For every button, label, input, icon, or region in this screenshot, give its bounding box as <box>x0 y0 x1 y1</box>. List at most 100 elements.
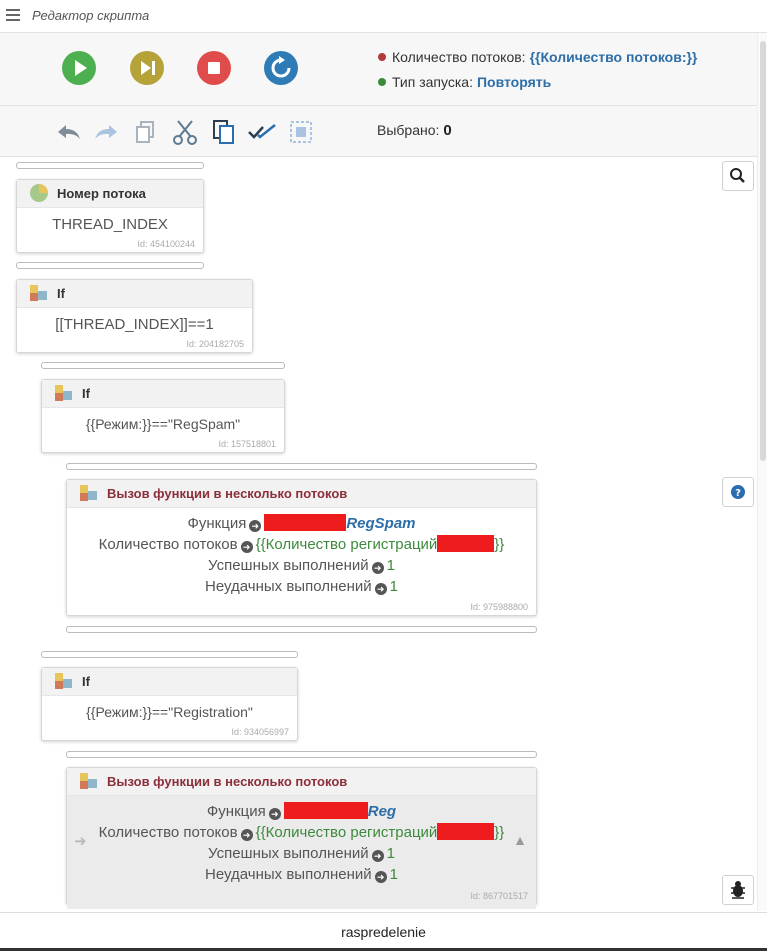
select-region-button[interactable] <box>286 118 316 146</box>
footer-bar: raspredelenie <box>0 912 767 952</box>
function-row: Функция ➜ RegSpam <box>67 513 536 534</box>
block-header: Вызов функции в несколько потоков <box>67 768 536 796</box>
arrow-right-icon: ➜ <box>74 833 87 850</box>
launch-info: Тип запуска: Повторять <box>378 74 551 90</box>
help-button[interactable]: ? <box>722 477 754 507</box>
drop-zone[interactable] <box>66 751 537 758</box>
threads-label: Количество потоков <box>98 824 238 841</box>
vertical-scrollbar[interactable] <box>757 33 767 911</box>
copy-button[interactable] <box>131 118 161 146</box>
block-body: Функция ➜ RegSpam Количество потоков ➜ {{Кол… <box>67 508 536 597</box>
threads-info: Количество потоков: {{Количество потоков:… <box>378 49 697 65</box>
arrow-right-icon: ➜ <box>249 520 262 532</box>
fail-value: 1 <box>389 578 398 595</box>
multithread-function-call-block[interactable]: Вызов функции в несколько потоков ➜ ▲ Фу… <box>66 767 537 909</box>
threads-value-prefix: {{Количество регистраций <box>255 824 438 841</box>
block-body: {{Режим:}}=="RegSpam" <box>85 416 241 432</box>
success-label: Успешных выполнений <box>208 845 369 862</box>
drop-zone[interactable] <box>41 362 285 369</box>
success-row: Успешных выполнений ➜ 1 <box>67 555 536 576</box>
block-id: Id: 867701517 <box>470 891 528 901</box>
block-title: Вызов функции в несколько потоков <box>107 774 348 789</box>
help-icon: ? <box>731 485 745 499</box>
drop-zone[interactable] <box>16 162 204 169</box>
puzzle-icon <box>80 485 97 501</box>
redacted-region <box>283 802 368 819</box>
cut-icon <box>173 120 197 145</box>
select-all-button[interactable] <box>247 118 277 146</box>
select-region-icon <box>290 121 312 143</box>
if-block[interactable]: If [[THREAD_INDEX]]==1 Id: 204182705 <box>16 279 253 353</box>
arrow-right-icon: ➜ <box>268 808 281 820</box>
thread-number-block[interactable]: Номер потока THREAD_INDEX Id: 454100244 <box>16 179 204 253</box>
redacted-region <box>264 514 347 531</box>
scrollbar-thumb[interactable] <box>760 41 766 461</box>
search-button[interactable] <box>722 161 754 191</box>
paste-button[interactable] <box>209 118 239 146</box>
restart-icon <box>264 51 298 85</box>
threads-value-prefix: {{Количество регистраций <box>255 536 438 553</box>
arrow-right-icon: ➜ <box>374 583 387 595</box>
block-id: Id: 157518801 <box>218 439 276 449</box>
selection-counter: Выбрано: 0 <box>377 122 452 139</box>
if-block[interactable]: If {{Режим:}}=="Registration" Id: 934056… <box>41 667 298 741</box>
drop-zone[interactable] <box>66 463 537 470</box>
function-value: Reg <box>367 803 397 820</box>
redo-button[interactable] <box>92 118 122 146</box>
undo-icon <box>58 125 80 139</box>
script-canvas[interactable]: Номер потока THREAD_INDEX Id: 454100244 … <box>0 157 757 911</box>
bug-icon <box>731 881 745 899</box>
block-header: If <box>17 280 252 308</box>
block-title: Вызов функции в несколько потоков <box>107 486 348 501</box>
fail-row: Неудачных выполнений ➜ 1 <box>67 864 536 885</box>
block-title: If <box>82 674 90 689</box>
paste-icon <box>213 120 234 144</box>
block-body: THREAD_INDEX <box>52 216 168 233</box>
success-label: Успешных выполнений <box>208 557 369 574</box>
cut-button[interactable] <box>170 118 200 146</box>
threads-value[interactable]: {{Количество потоков:}} <box>530 49 698 65</box>
fail-value: 1 <box>389 866 398 883</box>
stop-button[interactable] <box>197 51 231 85</box>
undo-button[interactable] <box>53 118 83 146</box>
block-title: If <box>57 286 65 301</box>
fail-row: Неудачных выполнений ➜ 1 <box>67 576 536 597</box>
hamburger-menu-icon[interactable] <box>6 9 20 21</box>
project-name[interactable]: raspredelenie <box>341 924 426 940</box>
multithread-function-call-block[interactable]: Вызов функции в несколько потоков Функци… <box>66 479 537 616</box>
function-label: Функция <box>206 803 266 820</box>
launch-dot <box>378 78 386 86</box>
title-bar: Редактор скрипта <box>0 0 767 33</box>
redo-icon <box>95 125 117 139</box>
block-header: If <box>42 668 297 696</box>
drop-zone[interactable] <box>16 262 204 269</box>
step-button[interactable] <box>130 51 164 85</box>
threads-label: Количество потоков: <box>392 49 526 65</box>
threads-dot <box>378 53 386 61</box>
selected-label: Выбрано: <box>377 122 440 138</box>
puzzle-icon <box>55 673 72 689</box>
window-title: Редактор скрипта <box>32 8 150 23</box>
svg-text:?: ? <box>735 488 741 499</box>
play-button[interactable] <box>62 51 96 85</box>
drop-zone[interactable] <box>66 626 537 633</box>
launch-label: Тип запуска: <box>392 74 473 90</box>
puzzle-icon <box>80 773 97 789</box>
block-body: ➜ ▲ Функция ➜ Reg Количество потоков ➜ {{Кол… <box>67 796 536 909</box>
block-id: Id: 454100244 <box>137 239 195 249</box>
restart-button[interactable] <box>264 51 298 85</box>
puzzle-icon <box>30 285 47 301</box>
debug-button[interactable] <box>722 875 754 905</box>
threads-value-suffix: }} <box>494 536 505 553</box>
success-value: 1 <box>386 557 395 574</box>
block-id: Id: 934056997 <box>231 727 289 737</box>
arrow-right-icon: ➜ <box>240 829 253 841</box>
copy-icon <box>136 121 154 143</box>
drop-zone[interactable] <box>41 651 298 658</box>
if-block[interactable]: If {{Режим:}}=="RegSpam" Id: 157518801 <box>41 379 285 453</box>
search-icon <box>730 168 745 183</box>
selected-count: 0 <box>443 122 452 139</box>
arrow-right-icon: ➜ <box>240 541 253 553</box>
fail-label: Неудачных выполнений <box>205 866 372 883</box>
launch-value[interactable]: Повторять <box>477 74 551 90</box>
